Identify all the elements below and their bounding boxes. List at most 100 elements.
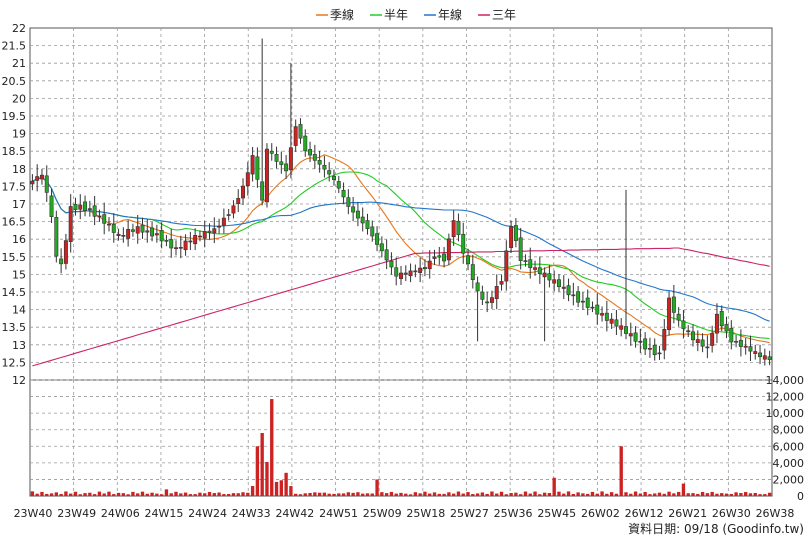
volume-tick-label: 0 bbox=[797, 490, 804, 503]
price-tick-label: 19 bbox=[12, 128, 26, 141]
price-tick-label: 14 bbox=[12, 304, 26, 317]
x-tick-label: 24W06 bbox=[101, 507, 140, 520]
volume-bar bbox=[308, 492, 312, 496]
volume-bar bbox=[265, 462, 269, 496]
candle-body bbox=[260, 181, 265, 201]
candle-body bbox=[68, 206, 73, 242]
x-tick-label: 26W21 bbox=[668, 507, 707, 520]
candle-body bbox=[126, 229, 131, 239]
candle-body bbox=[552, 279, 557, 284]
candle bbox=[54, 210, 59, 263]
candle bbox=[327, 162, 332, 182]
volume-bar bbox=[418, 493, 422, 496]
candle bbox=[403, 265, 408, 282]
candle bbox=[580, 292, 585, 310]
volume-bar bbox=[495, 493, 499, 496]
candle bbox=[260, 38, 265, 206]
candle-body bbox=[231, 205, 236, 214]
volume-bar bbox=[241, 492, 245, 496]
volume-bar bbox=[370, 493, 374, 496]
volume-bar bbox=[361, 493, 365, 496]
candle-body bbox=[274, 154, 279, 162]
price-tick-label: 19.5 bbox=[2, 110, 27, 123]
candle-body bbox=[54, 217, 59, 257]
candle-body bbox=[542, 272, 547, 278]
candle-body bbox=[475, 282, 480, 292]
volume-bar bbox=[696, 493, 700, 496]
volume-bar bbox=[351, 492, 355, 496]
volume-bar bbox=[174, 491, 178, 496]
candle-body bbox=[566, 285, 571, 296]
volume-bar bbox=[92, 494, 97, 496]
volume-bar bbox=[260, 433, 264, 496]
candle bbox=[590, 301, 595, 313]
x-tick-label: 24W24 bbox=[188, 507, 227, 520]
candle bbox=[284, 155, 289, 180]
candle-body bbox=[241, 185, 246, 199]
candle-body bbox=[681, 320, 686, 329]
volume-bar bbox=[729, 494, 733, 496]
candle bbox=[667, 291, 672, 336]
price-tick-label: 18 bbox=[12, 163, 26, 176]
candle-body bbox=[322, 164, 327, 170]
volume-bar bbox=[78, 494, 82, 496]
volume-bar bbox=[614, 493, 619, 496]
volume-bar bbox=[557, 491, 561, 496]
candle bbox=[111, 213, 116, 243]
volume-bar bbox=[45, 493, 49, 496]
x-tick-label: 25W09 bbox=[363, 507, 402, 520]
candle-body bbox=[39, 174, 44, 180]
candle bbox=[480, 285, 485, 306]
volume-bar bbox=[657, 492, 662, 496]
volume-bar bbox=[193, 494, 197, 496]
candle bbox=[504, 240, 509, 291]
volume-bar bbox=[456, 491, 461, 496]
candle-body bbox=[174, 247, 178, 250]
volume-bar bbox=[748, 493, 753, 496]
candle-body bbox=[600, 313, 605, 316]
candle-body bbox=[87, 208, 92, 211]
price-tick-label: 20.5 bbox=[2, 75, 27, 88]
candle-body bbox=[250, 155, 255, 175]
volume-bar bbox=[164, 489, 169, 496]
candle bbox=[370, 220, 375, 242]
legend: 季線 半年 年線 三年 bbox=[316, 7, 516, 22]
volume-bar bbox=[672, 493, 676, 496]
candle bbox=[609, 313, 614, 329]
volume-bar bbox=[88, 492, 92, 496]
candle-body bbox=[643, 338, 648, 350]
candle-body bbox=[485, 301, 490, 304]
x-tick-label: 25W36 bbox=[494, 507, 533, 520]
candle bbox=[600, 306, 605, 322]
candle-body bbox=[504, 250, 509, 282]
candle-body bbox=[413, 270, 418, 273]
volume-bar bbox=[629, 493, 633, 496]
candle-body bbox=[97, 215, 102, 218]
volume-bar bbox=[643, 491, 647, 496]
candle bbox=[346, 189, 351, 215]
volume-bar bbox=[145, 493, 149, 496]
volume-bar bbox=[322, 492, 327, 496]
candle-body bbox=[489, 297, 494, 303]
volume-bar bbox=[471, 494, 475, 496]
data-date-credit: 資料日期: 09/18 (Goodinfo.tw) bbox=[628, 522, 804, 536]
candle bbox=[614, 309, 619, 335]
candle bbox=[566, 278, 571, 302]
volume-bar bbox=[605, 493, 609, 496]
candle-body bbox=[509, 226, 514, 248]
x-axis: 23W40 23W49 24W06 24W15 24W24 24W33 24W42 24W51… bbox=[14, 507, 795, 520]
volume-tick-label: 2,000 bbox=[773, 473, 805, 486]
candle bbox=[494, 274, 499, 310]
volume-bar bbox=[136, 493, 140, 496]
volume-tick-label: 14,000 bbox=[766, 374, 805, 387]
volume-bar bbox=[64, 491, 68, 496]
volume-bar bbox=[753, 493, 757, 496]
candle-body bbox=[212, 228, 217, 234]
candle bbox=[595, 293, 600, 325]
candle-body bbox=[470, 264, 475, 280]
candle-body bbox=[695, 339, 700, 343]
candle-body bbox=[748, 346, 753, 352]
candle-body bbox=[432, 256, 437, 259]
candle bbox=[59, 248, 64, 274]
volume-bar bbox=[131, 491, 135, 496]
